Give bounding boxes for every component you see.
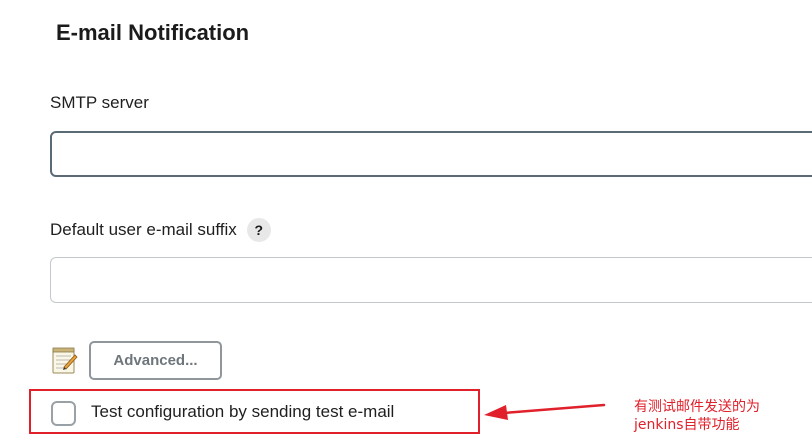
smtp-server-label: SMTP server	[50, 93, 149, 112]
notepad-icon	[52, 347, 78, 374]
red-arrow-icon	[484, 403, 606, 420]
test-config-label[interactable]: Test configuration by sending test e-mai…	[91, 402, 394, 422]
default-suffix-label: Default user e-mail suffix	[50, 220, 237, 239]
section-title: E-mail Notification	[56, 20, 250, 45]
annotation-line-2: jenkins自带功能	[634, 417, 740, 433]
default-suffix-input[interactable]	[50, 257, 812, 303]
annotation-note: 有测试邮件发送的为 jenkins自带功能	[634, 398, 760, 434]
test-config-checkbox[interactable]	[51, 401, 76, 426]
help-icon[interactable]: ?	[246, 218, 271, 242]
smtp-server-input[interactable]	[50, 131, 812, 177]
advanced-button[interactable]: Advanced...	[89, 341, 222, 380]
annotation-line-1: 有测试邮件发送的为	[634, 399, 760, 415]
default-suffix-label-row: Default user e-mail suffix ?	[50, 218, 271, 242]
